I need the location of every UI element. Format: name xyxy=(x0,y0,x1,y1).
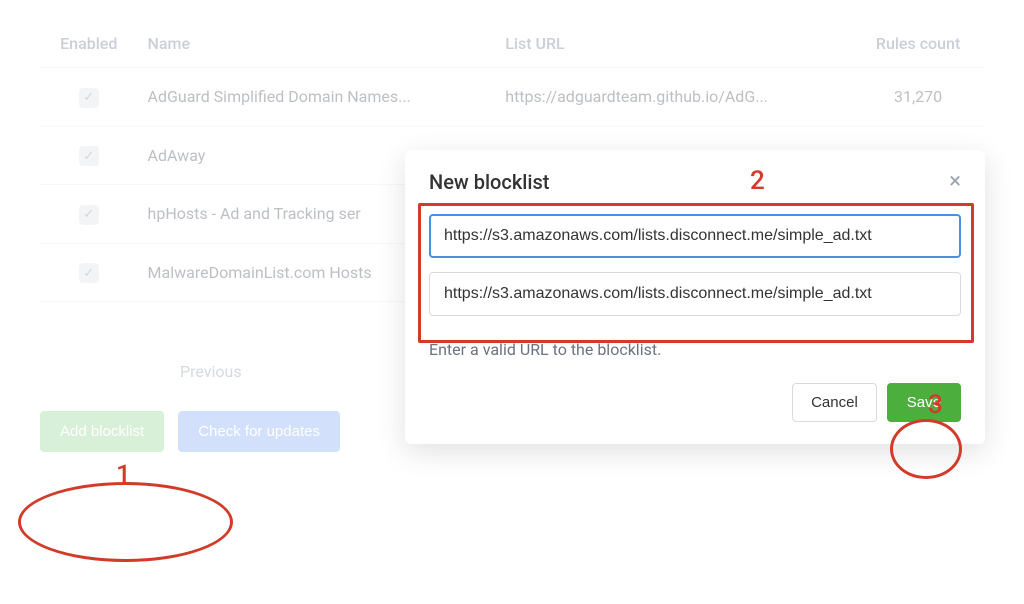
new-blocklist-modal: New blocklist × Enter a valid URL to the… xyxy=(405,150,985,444)
close-icon[interactable]: × xyxy=(949,171,961,193)
table-row: ✓ AdGuard Simplified Domain Names... htt… xyxy=(40,68,984,127)
blocklist-name-input[interactable] xyxy=(429,214,961,258)
col-name: Name xyxy=(138,20,496,68)
blocklist-url-input[interactable] xyxy=(429,272,961,316)
save-button[interactable]: Save xyxy=(887,383,961,422)
checkbox-icon[interactable]: ✓ xyxy=(79,88,99,108)
row-url-link[interactable]: https://adguardteam.github.io/AdG... xyxy=(495,68,852,127)
col-enabled: Enabled xyxy=(40,20,138,68)
cancel-button[interactable]: Cancel xyxy=(792,383,877,422)
col-rules: Rules count xyxy=(852,20,984,68)
checkbox-icon[interactable]: ✓ xyxy=(79,205,99,225)
checkbox-icon[interactable]: ✓ xyxy=(79,263,99,283)
row-name: AdGuard Simplified Domain Names... xyxy=(138,68,496,127)
col-url: List URL xyxy=(495,20,852,68)
row-rules: 31,270 xyxy=(852,68,984,127)
checkbox-icon[interactable]: ✓ xyxy=(79,146,99,166)
add-blocklist-button[interactable]: Add blocklist xyxy=(40,411,164,452)
check-updates-button[interactable]: Check for updates xyxy=(178,411,340,452)
modal-title: New blocklist xyxy=(429,170,549,194)
helper-text: Enter a valid URL to the blocklist. xyxy=(429,340,961,359)
